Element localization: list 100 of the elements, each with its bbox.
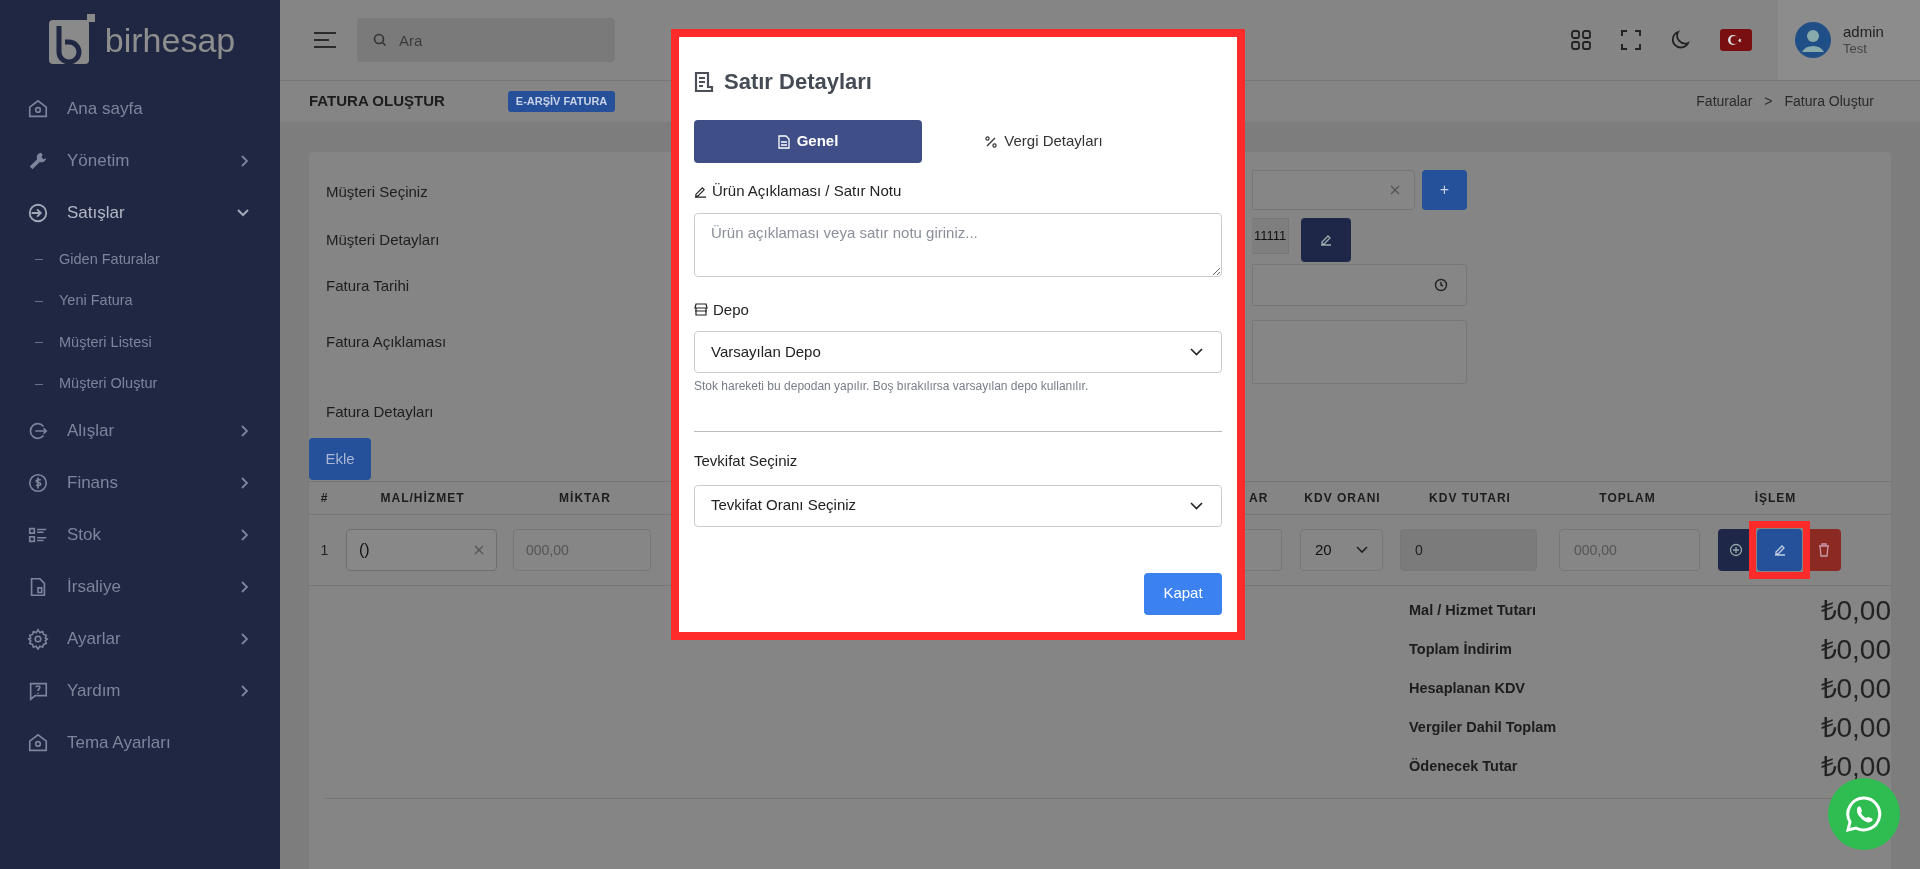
user-menu[interactable]: admin Test [1778, 0, 1920, 80]
chevron-right-icon [240, 580, 250, 594]
fullscreen-icon[interactable] [1620, 29, 1642, 51]
chevron-down-icon [1190, 501, 1203, 510]
field-label: Depo [713, 299, 749, 320]
note-field[interactable]: Ürün açıklaması veya satır notu giriniz... [694, 212, 1222, 277]
percent-icon [985, 135, 998, 148]
price-input[interactable] [1245, 529, 1282, 571]
edit-customer-button[interactable] [1301, 218, 1352, 262]
submenu-item[interactable]: Giden Faturalar [0, 239, 280, 281]
column-header: AR [1249, 491, 1269, 505]
clear-icon[interactable] [474, 545, 484, 555]
moon-icon[interactable] [1670, 29, 1692, 51]
product-select[interactable]: () [346, 529, 497, 571]
column-header: KDV ORANI [1304, 491, 1381, 505]
search-field[interactable]: Ara [357, 18, 615, 62]
total-label: Mal / Hizmet Tutarı [1409, 600, 1537, 620]
submenu-item[interactable]: Müşteri Oluştur [0, 363, 280, 405]
form-label: Fatura Detayları [326, 403, 434, 420]
document-icon [694, 70, 714, 93]
total-label: Toplam İndirim [1409, 639, 1512, 659]
column-header: İŞLEM [1754, 491, 1797, 505]
breadcrumb-link[interactable]: Faturalar [1696, 91, 1753, 112]
search-icon [373, 33, 387, 47]
sidebar-item[interactable]: Ayarlar [0, 613, 280, 665]
chevron-right-icon [240, 154, 250, 168]
file-icon [777, 134, 790, 149]
sidebar-item[interactable]: İrsaliye [0, 561, 280, 613]
page-title: FATURA OLUŞTUR [309, 91, 445, 112]
chevron-right-icon [240, 476, 250, 490]
invoice-type-badge: E-ARŞİV FATURA [507, 91, 616, 112]
clear-icon[interactable] [1390, 185, 1400, 195]
chevron-right-icon [240, 424, 250, 438]
menu-icon[interactable] [313, 31, 337, 49]
sidebar-item[interactable]: Alışlar [0, 405, 280, 457]
chevron-right-icon [240, 632, 250, 646]
withholding-select[interactable]: Tevkifat Oranı Seçiniz [694, 484, 1222, 527]
sidebar-item[interactable]: Finans [0, 457, 280, 509]
home-icon [27, 732, 49, 754]
brand-name: birhesap [104, 23, 236, 57]
add-customer-button[interactable]: + [1422, 170, 1467, 210]
form-label: Fatura Tarihi [326, 277, 410, 294]
column-header: MİKTAR [559, 491, 611, 505]
plus-circle-icon [1728, 543, 1743, 557]
modal-tab[interactable]: Genel [694, 120, 922, 163]
clock-icon [1434, 278, 1448, 292]
sidebar-item[interactable]: Tema Ayarları [0, 717, 280, 769]
column-header: TOPLAM [1599, 491, 1656, 505]
depot-select[interactable]: Varsayılan Depo [694, 331, 1222, 373]
total-label: Hesaplanan KDV [1409, 678, 1526, 698]
close-button[interactable]: Kapat [1144, 572, 1222, 615]
form-label: Fatura Açıklaması [326, 333, 447, 350]
sign-in-icon [27, 202, 49, 224]
form-label: Müşteri Detayları [326, 231, 440, 248]
submenu-item[interactable]: Müşteri Listesi [0, 322, 280, 364]
sidebar-item[interactable]: Ana sayfa [0, 83, 280, 135]
help-text: Stok hareketi bu depodan yapılır. Boş bırakılırsa varsayılan depo kullanılır. [694, 378, 1090, 395]
flag-icon[interactable] [1720, 29, 1752, 51]
trash-icon [1817, 543, 1830, 557]
total-label: Ödenecek Tutar [1409, 756, 1518, 776]
sidebar-item[interactable]: Yardım [0, 665, 280, 717]
submenu-item[interactable]: Yeni Fatura [0, 280, 280, 322]
chevron-right-icon [240, 528, 250, 542]
sidebar-item[interactable]: Stok [0, 509, 280, 561]
chevron-down-icon [1356, 546, 1368, 554]
date-field[interactable] [1252, 264, 1467, 306]
column-header: KDV TUTARI [1429, 491, 1511, 505]
home-icon [27, 98, 49, 120]
dollar-circle-icon [27, 472, 49, 494]
form-label: Müşteri Seçiniz [326, 183, 428, 200]
column-header: MAL/HİZMET [380, 491, 465, 505]
field-label: Tevkifat Seçiniz [694, 451, 799, 471]
total-value: ₺0,00 [1820, 632, 1891, 667]
total-value: ₺0,00 [1820, 749, 1891, 784]
total-label: Vergiler Dahil Toplam [1409, 717, 1557, 737]
vat-amount-field: 0 [1400, 529, 1537, 571]
avatar-icon [1795, 22, 1831, 58]
wrench-icon [27, 150, 49, 172]
chat-phone-icon [1844, 794, 1884, 834]
total-value: ₺0,00 [1820, 710, 1891, 745]
sidebar-item[interactable]: Satışlar [0, 187, 280, 239]
chevron-down-icon [236, 208, 250, 218]
sidebar-item[interactable]: Yönetim [0, 135, 280, 187]
sign-out-icon [27, 420, 49, 442]
add-row-button[interactable]: Ekle [309, 438, 371, 480]
breadcrumb-separator: > [1764, 92, 1773, 111]
column-header: # [320, 491, 329, 505]
total-value: ₺0,00 [1820, 593, 1891, 628]
modal-title: Satır Detayları [724, 68, 872, 96]
pencil-icon [694, 184, 707, 198]
gear-icon [27, 628, 49, 650]
edit-line-button[interactable] [1757, 529, 1802, 571]
pencil-icon [1772, 543, 1787, 557]
apps-grid-icon[interactable] [1570, 29, 1592, 51]
chevron-down-icon [1190, 348, 1203, 356]
vat-rate-select[interactable]: 20 [1300, 529, 1383, 571]
total-value: ₺0,00 [1820, 671, 1891, 706]
help-message-icon [27, 680, 49, 702]
pencil-icon [1319, 233, 1334, 247]
chevron-right-icon [240, 684, 250, 698]
